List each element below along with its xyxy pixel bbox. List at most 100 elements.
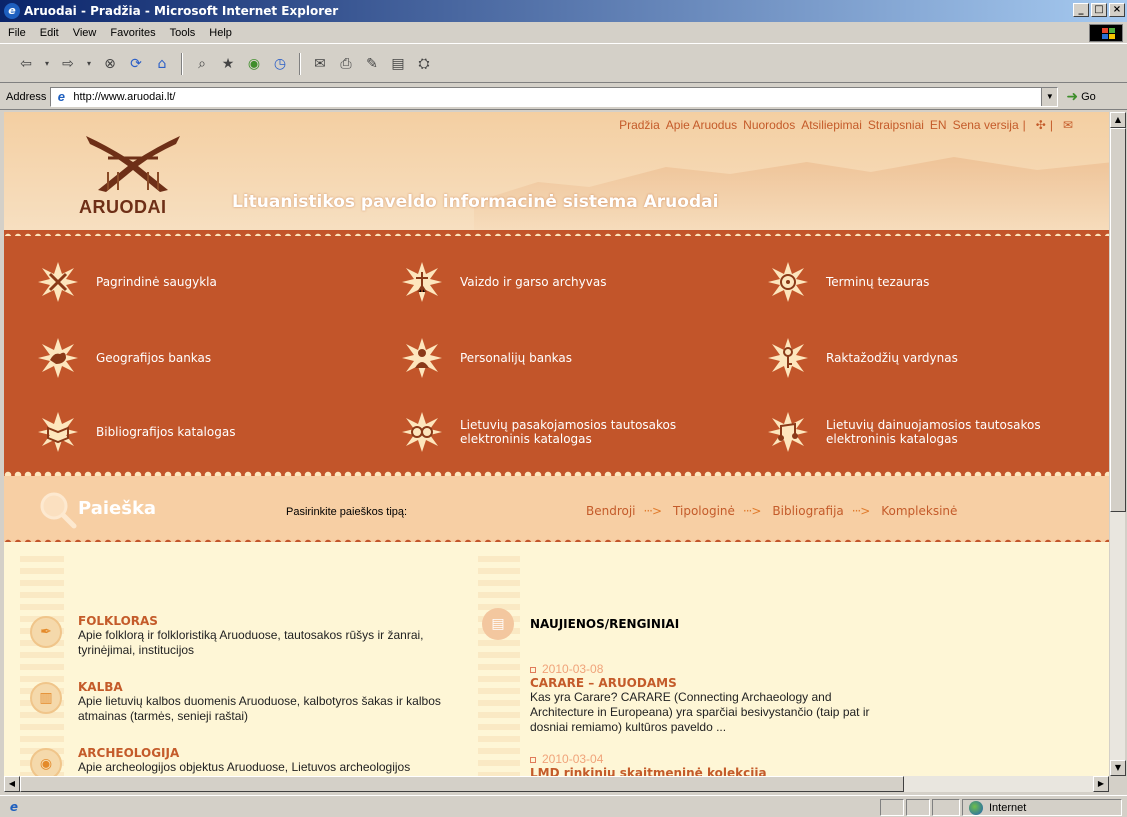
category-label: Lietuvių pasakojamosios tautosakos elektr… [460, 418, 677, 446]
home-icon[interactable]: ⌂ [152, 54, 172, 74]
edit-icon[interactable]: ✎ [362, 54, 382, 74]
search-icon[interactable]: ⌕ [192, 54, 212, 74]
menu-tools[interactable]: Tools [170, 27, 196, 39]
globe-icon [969, 800, 983, 815]
menu-edit[interactable]: Edit [40, 27, 59, 39]
catalog-band: Pagrindinė saugykla Vaizdo ir garso arch… [4, 236, 1109, 476]
nav-link-nuorodos[interactable]: Nuorodos [743, 118, 795, 132]
category-bibliografijos-katalogas[interactable]: Bibliografijos katalogas [38, 412, 235, 452]
menu-file[interactable]: File [8, 27, 26, 39]
nav-link-sena-versija[interactable]: Sena versija [953, 118, 1019, 132]
news-icon: ▤ [482, 608, 514, 640]
nav-link-atsiliepimai[interactable]: Atsiliepimai [801, 118, 862, 132]
nav-link-apie[interactable]: Apie Aruodus [666, 118, 737, 132]
scroll-up-icon[interactable]: ▲ [1110, 112, 1126, 128]
search-title: Paieška [78, 498, 157, 519]
media-icon[interactable]: ◉ [244, 54, 264, 74]
scroll-thumb[interactable] [1110, 128, 1126, 512]
status-cell [906, 799, 930, 816]
maximize-button[interactable]: □ [1091, 3, 1107, 17]
site-tagline: Lituanistikos paveldo informacinė sistem… [232, 192, 719, 212]
sun-emblem-icon [768, 412, 808, 452]
search-prompt: Pasirinkite paieškos tipą: [286, 506, 408, 518]
nav-link-en[interactable]: EN [930, 118, 947, 132]
category-personaliju-bankas[interactable]: Personalijų bankas [402, 338, 572, 378]
window-controls: _ □ × [1073, 3, 1125, 17]
artifact-icon[interactable]: ◉ [30, 748, 62, 776]
nav-link-pradzia[interactable]: Pradžia [619, 118, 660, 132]
category-geografijos-bankas[interactable]: Geografijos bankas [38, 338, 211, 378]
category-label: Raktažodžių vardynas [826, 351, 958, 365]
menu-help[interactable]: Help [209, 27, 232, 39]
page-status-icon: e [9, 799, 19, 814]
top-navigation: Pradžia Apie Aruodus Nuorodos Atsiliepim… [613, 118, 1073, 132]
main-content: ✒ FOLKLORAS Apie folklorą ir folkloristi… [4, 542, 1109, 776]
section-title[interactable]: ARCHEOLOGIJA [78, 746, 179, 760]
scroll-down-icon[interactable]: ▼ [1110, 760, 1126, 776]
category-terminu-tezauras[interactable]: Terminų tezauras [768, 262, 929, 302]
section-description: Apie lietuvių kalbos duomenis Aruoduose,… [78, 694, 441, 723]
category-raktazodziu-vardynas[interactable]: Raktažodžių vardynas [768, 338, 958, 378]
news-item: 2010-03-08 CARARE – ARUODAMS Kas yra Car… [530, 662, 890, 735]
page-viewport: Pradžia Apie Aruodus Nuorodos Atsiliepim… [4, 112, 1109, 776]
news-date: 2010-03-08 [530, 662, 890, 676]
menu-favorites[interactable]: Favorites [110, 27, 155, 39]
go-button[interactable]: ➜ Go [1066, 88, 1095, 105]
title-bar: e Aruodai - Pradžia - Microsoft Internet… [0, 0, 1127, 22]
aruodai-logo-icon[interactable] [78, 132, 188, 194]
back-icon[interactable]: ⇦ [16, 54, 36, 74]
history-icon[interactable]: ◷ [270, 54, 290, 74]
print-icon[interactable]: ⎙ [336, 54, 356, 74]
zone-label: Internet [989, 801, 1027, 814]
stop-icon[interactable]: ⊗ [100, 54, 120, 74]
category-pasakojamosios-tautosakos[interactable]: Lietuvių pasakojamosios tautosakos elektr… [402, 412, 676, 452]
decorative-strip [20, 556, 64, 776]
search-type-bendroji[interactable]: Bendroji [586, 504, 636, 518]
arrow-icon: ···> [742, 504, 761, 518]
book-icon[interactable]: ▥ [30, 682, 62, 714]
feather-icon[interactable]: ✒ [30, 616, 62, 648]
arrow-icon: ···> [643, 504, 662, 518]
standard-toolbar: ⇦ ▾ ⇨ ▾ ⊗ ⟳ ⌂ ⌕ ★ ◉ ◷ ✉ ⎙ ✎ ▤ ⛭ [0, 45, 1127, 83]
scroll-thumb[interactable] [20, 776, 904, 792]
search-type-tipologine[interactable]: Tipologinė [673, 504, 735, 518]
menu-bar: File Edit View Favorites Tools Help [0, 22, 1127, 44]
address-url[interactable]: http://www.aruodai.lt/ [73, 91, 175, 103]
forward-icon[interactable]: ⇨ [58, 54, 78, 74]
search-types: Bendroji ···> Tipologinė ···> Bibliograf… [586, 504, 957, 518]
favorites-icon[interactable]: ★ [218, 54, 238, 74]
vertical-scrollbar[interactable]: ▲ ▼ [1109, 112, 1126, 776]
address-bar: Address e http://www.aruodai.lt/ ▼ ➜ Go [0, 84, 1127, 110]
dropdown-icon[interactable]: ▾ [84, 54, 94, 74]
minimize-button[interactable]: _ [1073, 3, 1089, 17]
nav-separator: | [1022, 118, 1026, 132]
category-label: Terminų tezauras [826, 275, 930, 289]
menu-view[interactable]: View [73, 27, 97, 39]
close-button[interactable]: × [1109, 3, 1125, 17]
address-dropdown-icon[interactable]: ▼ [1041, 87, 1058, 106]
horizontal-scrollbar[interactable]: ◀ ▶ [4, 776, 1109, 792]
sun-emblem-icon [38, 338, 78, 378]
nav-link-straipsniai[interactable]: Straipsniai [868, 118, 924, 132]
dropdown-icon[interactable]: ▾ [42, 54, 52, 74]
section-description: Apie folklorą ir folkloristiką Aruoduose… [78, 628, 424, 657]
refresh-icon[interactable]: ⟳ [126, 54, 146, 74]
discuss-icon[interactable]: ▤ [388, 54, 408, 74]
mail-icon[interactable]: ✉ [310, 54, 330, 74]
section-title[interactable]: KALBA [78, 680, 123, 694]
section-title[interactable]: FOLKLORAS [78, 614, 158, 628]
toolbar-separator [299, 52, 301, 75]
category-vaizdo-ir-garso-archyvas[interactable]: Vaizdo ir garso archyvas [402, 262, 606, 302]
category-dainuojamosios-tautosakos[interactable]: Lietuvių dainuojamosios tautosakos elektr… [768, 412, 1041, 452]
scroll-left-icon[interactable]: ◀ [4, 776, 20, 792]
search-type-kompleksine[interactable]: Kompleksinė [881, 504, 957, 518]
sitemap-icon[interactable]: ✣ [1036, 118, 1046, 132]
scroll-right-icon[interactable]: ▶ [1093, 776, 1109, 792]
news-headline[interactable]: LMD rinkinių skaitmeninė kolekcija [530, 766, 890, 776]
news-headline[interactable]: CARARE – ARUODAMS [530, 676, 890, 690]
address-input[interactable]: e http://www.aruodai.lt/ ▼ [50, 86, 1059, 107]
category-pagrindine-saugykla[interactable]: Pagrindinė saugykla [38, 262, 217, 302]
messenger-icon[interactable]: ⛭ [414, 54, 434, 74]
mail-icon[interactable]: ✉ [1063, 118, 1073, 132]
search-type-bibliografija[interactable]: Bibliografija [772, 504, 843, 518]
